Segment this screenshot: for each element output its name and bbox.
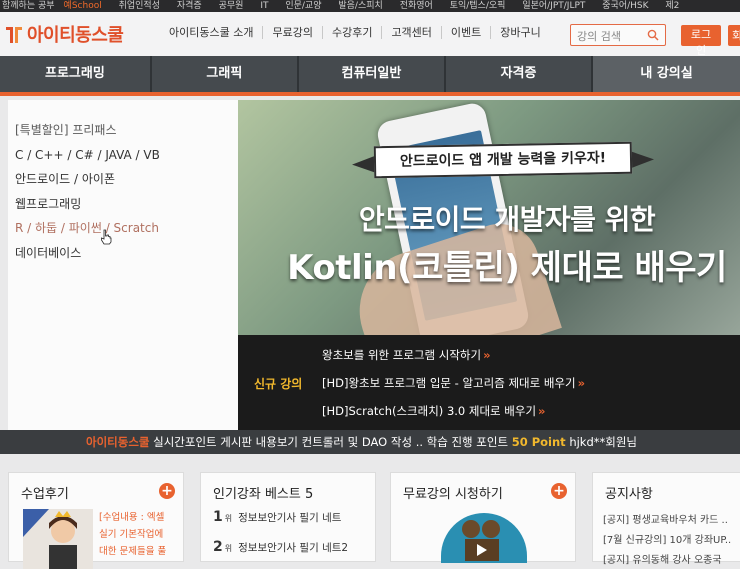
top-item-2[interactable]: 자격증 [170, 1, 209, 11]
notice-item[interactable]: [공지] 평생교육바우처 카드 .. [603, 511, 728, 526]
ticker-points: 50 Point [511, 435, 566, 449]
free-more-plus-icon[interactable]: + [551, 483, 567, 499]
banner-headline-1: 안드로이드 개발자를 위한 [358, 203, 656, 236]
top-item-6[interactable]: 발음/스피치 [331, 1, 389, 11]
new-course-link[interactable]: 왕초보를 위한 프로그램 시작하기» [322, 347, 491, 363]
new-course-title: [HD]왕초보 프로그램 입문 - 알고리즘 제대로 배우기 [322, 376, 576, 390]
top-item-5[interactable]: 인문/교양 [278, 1, 328, 11]
signup-button[interactable]: 회 [728, 25, 740, 46]
new-courses-panel: 신규 강의 왕초보를 위한 프로그램 시작하기» [HD]왕초보 프로그램 입문… [238, 335, 740, 430]
review-title: 수업후기 [21, 487, 69, 502]
double-arrow-icon: » [538, 404, 546, 418]
notice-box: 공지사항 [공지] 평생교육바우처 카드 .. [7월 신규강의] 10개 강좌… [592, 472, 740, 566]
top-item-10[interactable]: 중국어/HSK [595, 1, 655, 11]
kotlin-promo-banner[interactable]: 안드로이드 앱 개발 능력을 키우자! 안드로이드 개발자를 위한 Kotlin… [238, 100, 740, 335]
new-course-link[interactable]: [HD]왕초보 프로그램 입문 - 알고리즘 제대로 배우기» [322, 375, 585, 391]
gnb-about[interactable]: 아이티동스쿨 소개 [160, 26, 264, 39]
popular-rank-item[interactable]: 1 위 정보보안기사 필기 네트 [213, 509, 341, 525]
top-item-highlight[interactable]: 예School [62, 1, 109, 11]
new-courses-label: 신규 강의 [254, 377, 303, 391]
submenu-freepass[interactable]: [특별할인] 프리패스 [15, 118, 238, 143]
popular-rank-item[interactable]: 2 위 정보보안기사 필기 네트2 [213, 539, 348, 555]
ticker-user: hjkd**회원님 [565, 435, 638, 449]
popular-title: 인기강좌 베스트 5 [213, 487, 314, 502]
rank-title: 정보보안기사 필기 네트 [238, 512, 342, 524]
notice-item[interactable]: [공지] 유의동해 강사 오종국 [603, 551, 722, 566]
search-icon[interactable] [647, 29, 659, 41]
nav-accent-line [0, 92, 740, 96]
gnb-events[interactable]: 이벤트 [442, 26, 492, 39]
double-arrow-icon: » [483, 348, 491, 362]
submenu-c-java[interactable]: C / C++ / C# / JAVA / VB [15, 143, 238, 168]
new-course-link[interactable]: [HD]Scratch(스크래치) 3.0 제대로 배우기» [322, 403, 545, 419]
banner-subtitle: 안드로이드 앱 개발 능력을 키우자! [373, 141, 633, 179]
site-header: 아이티동스쿨 아이티동스쿨 소개 무료강의 수강후기 고객센터 이벤트 장바구니… [0, 12, 740, 57]
gnb-free-lectures[interactable]: 무료강의 [263, 26, 323, 39]
gnb-customer-center[interactable]: 고객센터 [382, 26, 442, 39]
notice-item[interactable]: [7월 신규강의] 10개 강좌UP.. [603, 531, 731, 546]
top-item-1[interactable]: 취업인적성 [112, 1, 167, 11]
notice-title: 공지사항 [605, 487, 653, 502]
ticker-text: 실시간포인트 게시판 내용보기 컨트롤러 및 DAO 작성 .. 학습 진행 포… [149, 435, 512, 449]
search-input[interactable] [571, 26, 641, 47]
avatar-illustration-icon [23, 509, 77, 569]
reviewer-avatar [23, 509, 93, 569]
site-logo[interactable]: 아이티동스쿨 [4, 21, 124, 47]
top-item-7[interactable]: 전화영어 [393, 1, 440, 11]
submenu-database[interactable]: 데이터베이스 [15, 241, 238, 266]
projector-graphic-icon [462, 520, 500, 561]
top-item-4[interactable]: IT [253, 1, 275, 11]
film-projector-icon[interactable] [441, 513, 527, 563]
double-arrow-icon: » [577, 376, 586, 390]
rank-number: 1 [213, 509, 223, 525]
programming-submenu: [특별할인] 프리패스 C / C++ / C# / JAVA / VB 안드로… [8, 100, 238, 430]
submenu-android-iphone[interactable]: 안드로이드 / 아이폰 [15, 167, 238, 192]
tab-programming[interactable]: 프로그래밍 [0, 56, 152, 92]
rank-title: 정보보안기사 필기 네트2 [238, 542, 349, 554]
global-nav: 아이티동스쿨 소개 무료강의 수강후기 고객센터 이벤트 장바구니 [160, 26, 550, 39]
ticker-brand: 아이티동스쿨 [86, 435, 150, 449]
review-box: 수업후기 + [수업내용 : 엑셀 실기 기본작업에 대한 문제들을 풀 [8, 472, 184, 569]
tab-computer-general[interactable]: 컴퓨터일반 [299, 56, 446, 92]
hand-cursor-icon [101, 229, 112, 245]
submenu-web-programming[interactable]: 웹프로그래밍 [15, 192, 238, 217]
new-course-title: 왕초보를 위한 프로그램 시작하기 [322, 348, 482, 362]
top-category-strip: 함께하는 공부 예School 취업인적성 자격증 공무원 IT 인문/교양 발음… [0, 0, 740, 12]
top-item-0[interactable]: 함께하는 공부 [0, 1, 62, 11]
free-lectures-title: 무료강의 시청하기 [403, 487, 503, 502]
gnb-reviews[interactable]: 수강후기 [323, 26, 383, 39]
top-item-9[interactable]: 일본어/JPT/JLPT [515, 1, 592, 11]
tab-graphics[interactable]: 그래픽 [152, 56, 299, 92]
main-category-nav: 프로그래밍 그래픽 컴퓨터일반 자격증 내 강의실 [0, 56, 740, 92]
review-line[interactable]: [수업내용 : 엑셀 [99, 509, 164, 523]
gnb-cart[interactable]: 장바구니 [491, 26, 549, 39]
tab-my-classroom[interactable]: 내 강의실 [593, 56, 740, 92]
review-line[interactable]: 실기 기본작업에 [99, 526, 163, 540]
rank-number: 2 [213, 539, 223, 555]
rank-unit: 위 [224, 514, 233, 523]
free-lectures-box: 무료강의 시청하기 + [390, 472, 576, 563]
top-item-3[interactable]: 공무원 [212, 1, 251, 11]
rank-unit: 위 [224, 544, 233, 553]
submenu-r-hadoop-python[interactable]: R / 하둡 / 파이썬 / Scratch [15, 216, 238, 241]
top-item-8[interactable]: 토익/텝스/오픽 [443, 1, 513, 11]
logo-icon [6, 27, 22, 43]
realtime-points-ticker[interactable]: 아이티동스쿨 실시간포인트 게시판 내용보기 컨트롤러 및 DAO 작성 .. … [0, 430, 740, 454]
top-item-11[interactable]: 제2 [658, 1, 686, 11]
logo-text: 아이티동스쿨 [27, 25, 124, 46]
search-box [570, 24, 666, 47]
popular-courses-box: 인기강좌 베스트 5 1 위 정보보안기사 필기 네트 2 위 정보보안기사 필기 네트… [200, 472, 376, 562]
tab-certificates[interactable]: 자격증 [446, 56, 594, 92]
new-course-title: [HD]Scratch(스크래치) 3.0 제대로 배우기 [322, 404, 537, 418]
review-more-plus-icon[interactable]: + [159, 483, 175, 499]
banner-headline-2: Kotlin(코틀린) 제대로 배우기 [287, 248, 727, 288]
login-button[interactable]: 로그인 [681, 25, 721, 57]
